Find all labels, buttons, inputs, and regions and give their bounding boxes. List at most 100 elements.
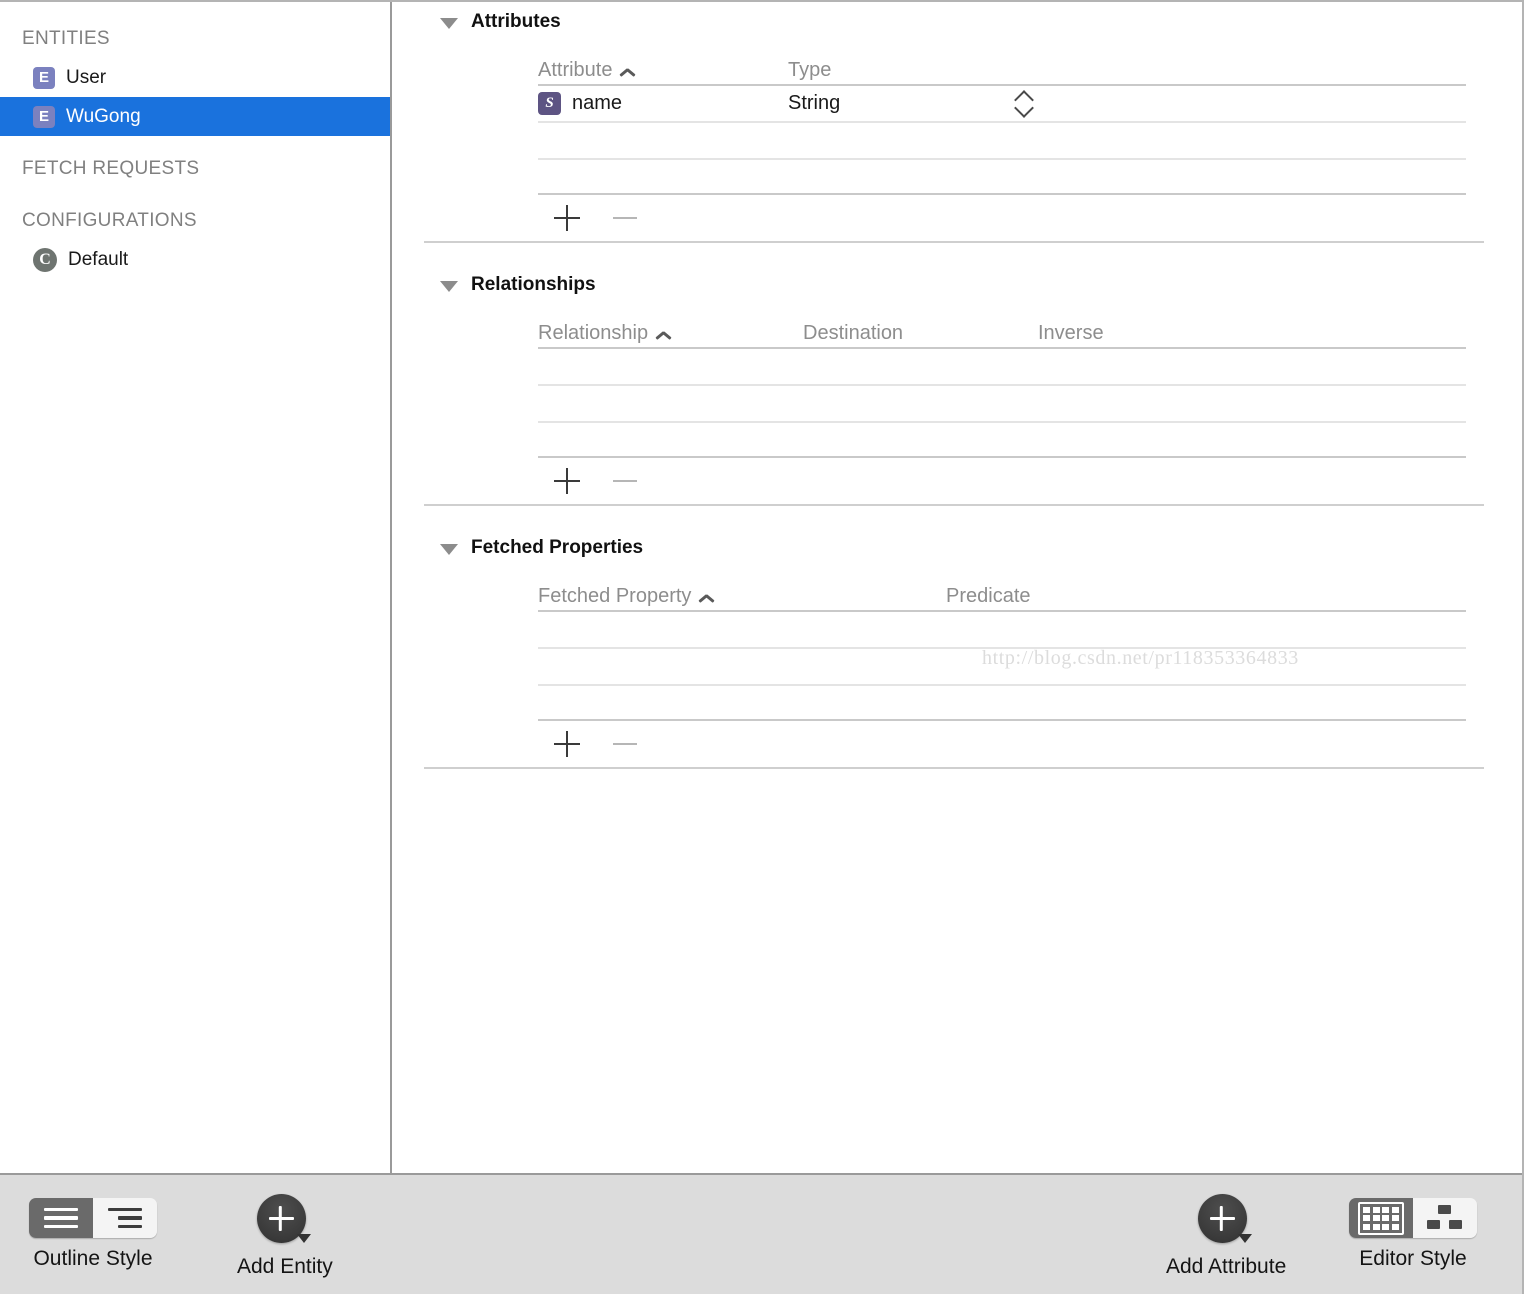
outline-style-control[interactable]: Outline Style bbox=[29, 1198, 157, 1271]
string-type-icon: S bbox=[538, 92, 561, 115]
editor-style-segmented-control[interactable] bbox=[1349, 1198, 1477, 1238]
fetched-properties-table: Fetched Property Predicate bbox=[538, 568, 1466, 767]
sort-ascending-icon bbox=[700, 595, 713, 603]
triangle-down-icon[interactable] bbox=[440, 543, 458, 555]
sidebar-item-label: Default bbox=[68, 248, 129, 270]
attributes-add-remove-controls bbox=[538, 195, 1466, 241]
relationships-add-remove-controls bbox=[538, 458, 1466, 504]
column-header-label: Fetched Property bbox=[538, 585, 692, 607]
table-row[interactable]: S name String bbox=[538, 84, 1466, 121]
outline-style-segmented-control[interactable] bbox=[29, 1198, 157, 1238]
fetched-properties-add-remove-controls bbox=[538, 721, 1466, 767]
fetched-properties-section-header[interactable]: Fetched Properties bbox=[392, 528, 1522, 568]
table-row[interactable] bbox=[538, 647, 1466, 684]
relationships-table: Relationship Destination Inverse bbox=[538, 305, 1466, 504]
flat-list-icon bbox=[44, 1207, 78, 1229]
entity-detail-editor: Attributes Attribute Type S name String … bbox=[392, 2, 1522, 1173]
section-divider bbox=[424, 767, 1484, 769]
column-header-relationship[interactable]: Relationship bbox=[538, 322, 803, 345]
outline-style-indented-segment[interactable] bbox=[93, 1198, 157, 1238]
attribute-type-cell[interactable]: String bbox=[788, 92, 1016, 115]
add-attribute-control[interactable]: Add Attribute bbox=[1166, 1194, 1286, 1279]
type-popup-chevron-icon[interactable] bbox=[1016, 91, 1030, 117]
sidebar-item-default[interactable]: C Default bbox=[0, 240, 390, 279]
add-attribute-row-button[interactable] bbox=[554, 205, 580, 231]
table-row[interactable] bbox=[538, 121, 1466, 158]
section-title-label: Fetched Properties bbox=[471, 537, 644, 558]
table-row[interactable] bbox=[538, 347, 1466, 384]
column-header-label: Type bbox=[788, 59, 832, 81]
column-header-label: Inverse bbox=[1038, 322, 1104, 344]
table-row[interactable] bbox=[538, 421, 1466, 458]
dropdown-triangle-icon[interactable] bbox=[1238, 1234, 1253, 1243]
sort-ascending-icon bbox=[657, 332, 670, 340]
editor-style-table-segment[interactable] bbox=[1349, 1198, 1413, 1238]
entities-outline-sidebar[interactable]: ENTITIES E User E WuGong FETCH REQUESTS … bbox=[0, 2, 392, 1173]
sort-ascending-icon bbox=[621, 69, 634, 77]
remove-relationship-row-button bbox=[612, 468, 638, 494]
add-entity-label: Add Entity bbox=[237, 1255, 333, 1278]
column-header-inverse[interactable]: Inverse bbox=[1038, 322, 1104, 345]
entity-icon: E bbox=[33, 66, 55, 89]
triangle-down-icon[interactable] bbox=[440, 280, 458, 292]
core-data-model-editor-window: ENTITIES E User E WuGong FETCH REQUESTS … bbox=[0, 0, 1524, 1294]
fetched-properties-rows bbox=[538, 610, 1466, 721]
add-entity-control[interactable]: Add Entity bbox=[237, 1194, 333, 1279]
add-attribute-button[interactable] bbox=[1198, 1194, 1254, 1246]
relationships-column-headers: Relationship Destination Inverse bbox=[538, 305, 1466, 347]
dropdown-triangle-icon[interactable] bbox=[296, 1234, 311, 1243]
add-attribute-label: Add Attribute bbox=[1166, 1255, 1287, 1278]
attributes-rows: S name String bbox=[538, 84, 1466, 195]
relationships-section-header[interactable]: Relationships bbox=[392, 265, 1522, 305]
column-header-label: Relationship bbox=[538, 322, 649, 344]
attribute-name-value: name bbox=[572, 92, 623, 114]
table-row[interactable] bbox=[538, 384, 1466, 421]
editor-style-label: Editor Style bbox=[1359, 1247, 1467, 1270]
sidebar-item-label: User bbox=[66, 66, 107, 88]
column-header-label: Attribute bbox=[538, 59, 613, 81]
add-entity-button[interactable] bbox=[256, 1194, 313, 1246]
remove-attribute-row-button bbox=[612, 205, 638, 231]
editor-style-graph-segment[interactable] bbox=[1413, 1198, 1477, 1238]
attribute-type-value: String bbox=[788, 92, 841, 114]
column-header-label: Destination bbox=[803, 322, 904, 344]
attributes-section: Attributes Attribute Type S name String bbox=[392, 2, 1522, 241]
column-header-attribute[interactable]: Attribute bbox=[538, 59, 788, 82]
table-row[interactable] bbox=[538, 610, 1466, 647]
sidebar-group-header-fetch-requests: FETCH REQUESTS bbox=[22, 158, 200, 179]
attributes-section-header[interactable]: Attributes bbox=[392, 2, 1522, 42]
sidebar-item-user[interactable]: E User bbox=[0, 58, 390, 97]
table-row[interactable] bbox=[538, 158, 1466, 195]
remove-fetched-property-row-button bbox=[612, 731, 638, 757]
sidebar-group-header-entities: ENTITIES bbox=[22, 28, 110, 49]
sidebar-item-wugong[interactable]: E WuGong bbox=[0, 97, 390, 136]
relationships-rows bbox=[538, 347, 1466, 458]
attribute-name-cell[interactable]: S name bbox=[538, 92, 788, 115]
relationships-section: Relationships Relationship Destination I… bbox=[392, 265, 1522, 504]
triangle-down-icon[interactable] bbox=[440, 17, 458, 29]
graph-nodes-icon bbox=[1425, 1205, 1465, 1231]
section-divider bbox=[424, 504, 1484, 506]
sidebar-group-header-configurations: CONFIGURATIONS bbox=[22, 210, 197, 231]
editor-style-control[interactable]: Editor Style bbox=[1349, 1198, 1477, 1271]
add-relationship-row-button[interactable] bbox=[554, 468, 580, 494]
column-header-predicate[interactable]: Predicate bbox=[946, 585, 1031, 608]
table-grid-icon bbox=[1358, 1201, 1404, 1235]
configuration-icon: C bbox=[33, 247, 57, 272]
attributes-table: Attribute Type S name String bbox=[538, 42, 1466, 241]
outline-style-flat-segment[interactable] bbox=[29, 1198, 93, 1238]
section-title-label: Relationships bbox=[471, 274, 596, 295]
column-header-label: Predicate bbox=[946, 585, 1031, 607]
add-fetched-property-row-button[interactable] bbox=[554, 731, 580, 757]
attributes-column-headers: Attribute Type bbox=[538, 42, 1466, 84]
fetched-properties-section: Fetched Properties Fetched Property Pred… bbox=[392, 528, 1522, 767]
column-header-fetched-property[interactable]: Fetched Property bbox=[538, 585, 946, 608]
column-header-type[interactable]: Type bbox=[788, 59, 831, 82]
column-header-destination[interactable]: Destination bbox=[803, 322, 1038, 345]
outline-style-label: Outline Style bbox=[33, 1247, 153, 1270]
section-title-label: Attributes bbox=[471, 11, 561, 32]
entity-icon: E bbox=[33, 105, 55, 128]
table-row[interactable] bbox=[538, 684, 1466, 721]
